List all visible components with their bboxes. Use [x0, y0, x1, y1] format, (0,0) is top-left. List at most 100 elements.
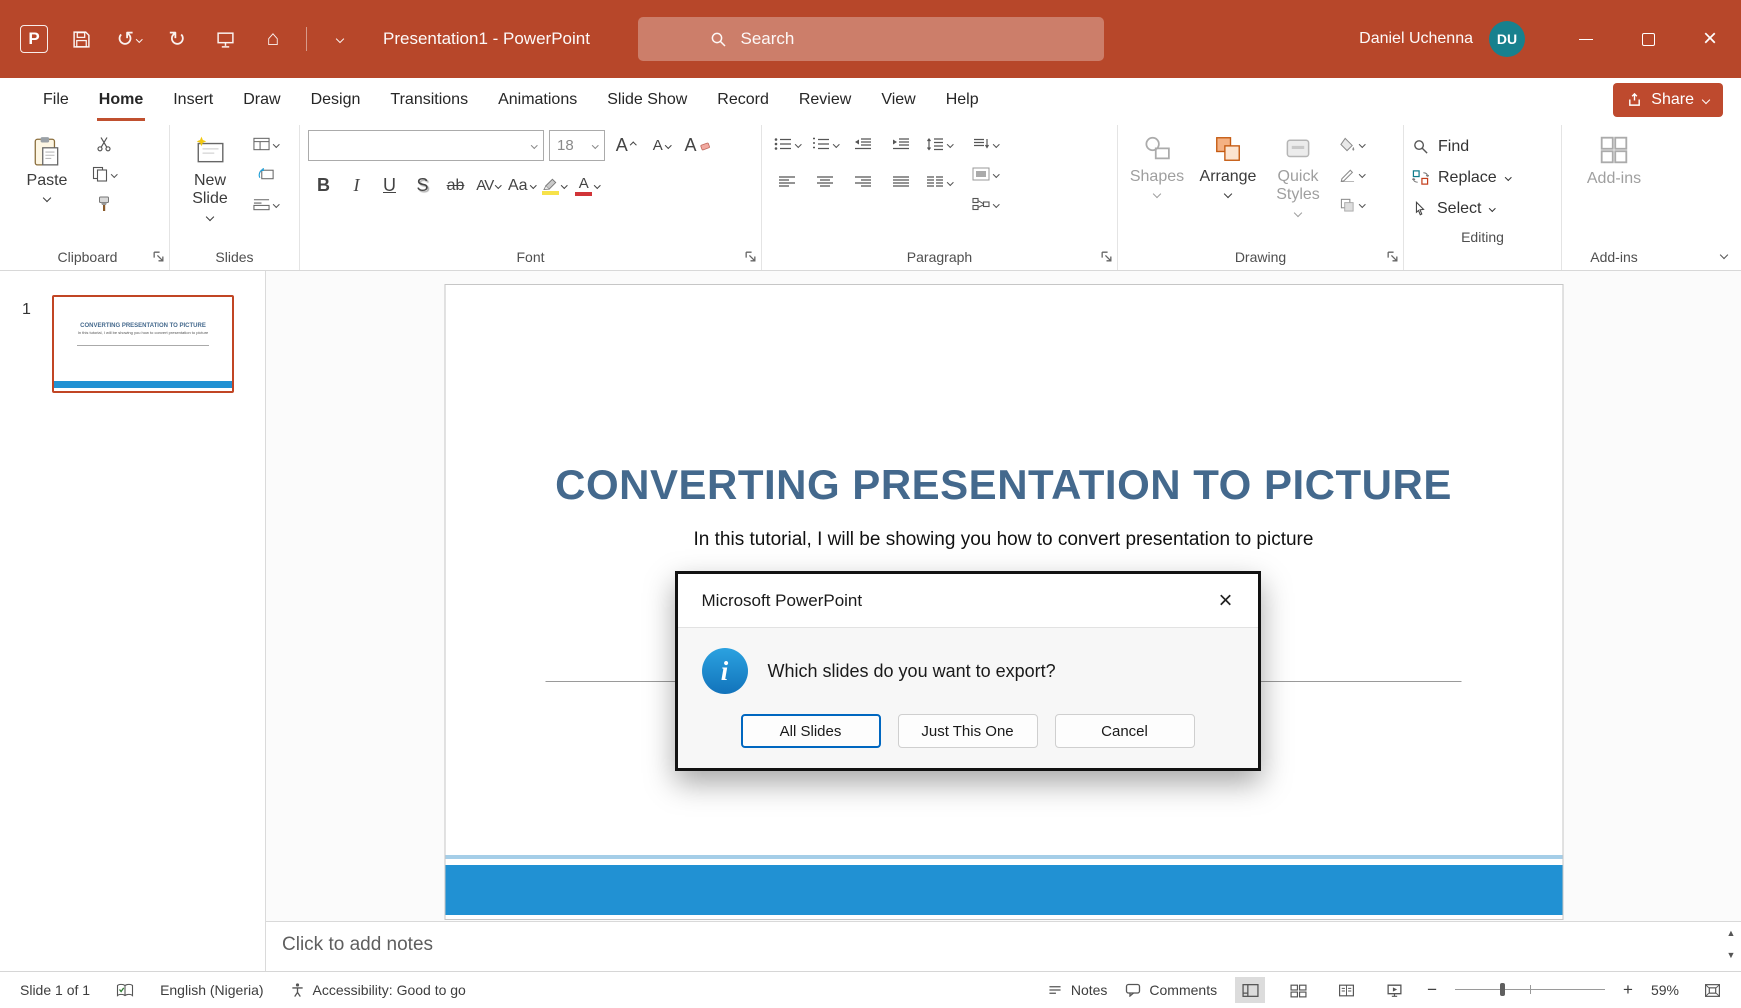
drawing-dialog-launcher[interactable]: [1386, 250, 1399, 263]
font-color-button[interactable]: A: [572, 169, 603, 202]
shape-fill-button[interactable]: [1335, 129, 1369, 159]
shape-outline-button[interactable]: [1335, 159, 1369, 189]
tab-record[interactable]: Record: [702, 78, 784, 121]
paste-button[interactable]: Paste: [14, 129, 80, 201]
tab-draw[interactable]: Draw: [228, 78, 295, 121]
customize-qat-button[interactable]: [325, 24, 355, 54]
tab-review[interactable]: Review: [784, 78, 866, 121]
reset-slide-button[interactable]: [249, 159, 283, 189]
comments-button[interactable]: Comments: [1125, 982, 1217, 998]
tab-file[interactable]: File: [28, 78, 84, 121]
collapse-ribbon-icon[interactable]: [1720, 251, 1728, 259]
language-button[interactable]: English (Nigeria): [160, 982, 263, 998]
paragraph-dialog-launcher[interactable]: [1100, 250, 1113, 263]
maximize-button[interactable]: [1617, 0, 1679, 78]
quick-styles-button[interactable]: Quick Styles: [1268, 129, 1328, 216]
addins-button[interactable]: Add-ins: [1574, 129, 1654, 188]
zoom-slider-thumb[interactable]: [1500, 983, 1505, 996]
fit-slide-button[interactable]: [1697, 977, 1727, 1003]
text-direction-button[interactable]: [968, 129, 1002, 159]
align-text-button[interactable]: [968, 159, 1002, 189]
font-size-combo[interactable]: 18: [549, 130, 605, 161]
all-slides-button[interactable]: All Slides: [741, 714, 881, 748]
home-button[interactable]: ⌂: [258, 24, 288, 54]
notes-pane[interactable]: Click to add notes ▲ ▼: [266, 921, 1741, 971]
replace-button[interactable]: Replace: [1412, 162, 1553, 193]
slide-subtitle-textbox[interactable]: In this tutorial, I will be showing you …: [445, 529, 1562, 551]
account-avatar[interactable]: DU: [1489, 21, 1525, 57]
decrease-indent-button[interactable]: [846, 129, 880, 159]
tab-transitions[interactable]: Transitions: [375, 78, 483, 121]
shapes-button[interactable]: Shapes: [1126, 129, 1188, 197]
search-input[interactable]: [741, 29, 1041, 49]
character-spacing-button[interactable]: AV: [473, 169, 504, 202]
decrease-font-size-button[interactable]: A: [646, 129, 677, 162]
align-center-button[interactable]: [808, 167, 842, 197]
minimize-button[interactable]: [1555, 0, 1617, 78]
numbering-button[interactable]: [808, 129, 842, 159]
tab-home[interactable]: Home: [84, 78, 158, 121]
dialog-close-button[interactable]: ×: [1208, 583, 1244, 619]
notes-toggle-button[interactable]: Notes: [1047, 982, 1108, 998]
slide-layout-button[interactable]: [249, 129, 283, 159]
change-case-button[interactable]: Aa: [506, 169, 537, 202]
copy-button[interactable]: [87, 159, 121, 189]
tab-view[interactable]: View: [866, 78, 930, 121]
tab-design[interactable]: Design: [296, 78, 376, 121]
new-slide-button[interactable]: New Slide: [178, 129, 242, 220]
select-button[interactable]: Select: [1412, 193, 1553, 224]
slide-thumbnail[interactable]: CONVERTING PRESENTATION TO PICTURE In th…: [52, 295, 234, 393]
increase-indent-button[interactable]: [884, 129, 918, 159]
close-button[interactable]: ×: [1679, 0, 1741, 78]
tab-insert[interactable]: Insert: [158, 78, 228, 121]
convert-to-smartart-button[interactable]: [968, 189, 1002, 219]
account-name[interactable]: Daniel Uchenna: [1359, 30, 1473, 48]
just-this-one-button[interactable]: Just This One: [898, 714, 1038, 748]
accessibility-button[interactable]: Accessibility: Good to go: [290, 982, 466, 998]
font-name-combo[interactable]: [308, 130, 544, 161]
search-bar[interactable]: [638, 17, 1104, 61]
font-dialog-launcher[interactable]: [744, 250, 757, 263]
tab-slide-show[interactable]: Slide Show: [592, 78, 702, 121]
columns-button[interactable]: [922, 167, 956, 197]
align-right-button[interactable]: [846, 167, 880, 197]
text-shadow-button[interactable]: S: [407, 169, 438, 202]
italic-button[interactable]: I: [341, 169, 372, 202]
underline-button[interactable]: U: [374, 169, 405, 202]
find-button[interactable]: Find: [1412, 131, 1553, 162]
scroll-down-button[interactable]: ▼: [1724, 948, 1738, 962]
slideshow-view-button[interactable]: [1379, 977, 1409, 1003]
slide-title-textbox[interactable]: CONVERTING PRESENTATION TO PICTURE: [445, 461, 1562, 509]
format-painter-button[interactable]: [87, 189, 121, 219]
text-highlight-button[interactable]: [539, 169, 570, 202]
zoom-slider[interactable]: [1455, 981, 1605, 999]
save-button[interactable]: [66, 24, 96, 54]
scroll-up-button[interactable]: ▲: [1724, 926, 1738, 940]
arrange-button[interactable]: Arrange: [1195, 129, 1261, 197]
clipboard-dialog-launcher[interactable]: [152, 250, 165, 263]
zoom-level[interactable]: 59%: [1651, 982, 1679, 998]
redo-button[interactable]: ↻: [162, 24, 192, 54]
tab-help[interactable]: Help: [931, 78, 994, 121]
tab-animations[interactable]: Animations: [483, 78, 592, 121]
start-slideshow-button[interactable]: [210, 24, 240, 54]
spellcheck-button[interactable]: [116, 983, 134, 998]
normal-view-button[interactable]: [1235, 977, 1265, 1003]
undo-button[interactable]: ↺: [114, 24, 144, 54]
increase-font-size-button[interactable]: A: [610, 129, 641, 162]
bullets-button[interactable]: [770, 129, 804, 159]
zoom-in-button[interactable]: +: [1623, 980, 1633, 1000]
cut-button[interactable]: [87, 129, 121, 159]
section-button[interactable]: [249, 189, 283, 219]
shape-effects-button[interactable]: [1335, 189, 1369, 219]
strikethrough-button[interactable]: ab: [440, 169, 471, 202]
justify-button[interactable]: [884, 167, 918, 197]
slide-sorter-view-button[interactable]: [1283, 977, 1313, 1003]
align-left-button[interactable]: [770, 167, 804, 197]
cancel-button[interactable]: Cancel: [1055, 714, 1195, 748]
bold-button[interactable]: B: [308, 169, 339, 202]
zoom-out-button[interactable]: −: [1427, 980, 1437, 1000]
reading-view-button[interactable]: [1331, 977, 1361, 1003]
clear-formatting-button[interactable]: A: [682, 129, 713, 162]
line-spacing-button[interactable]: [922, 129, 956, 159]
